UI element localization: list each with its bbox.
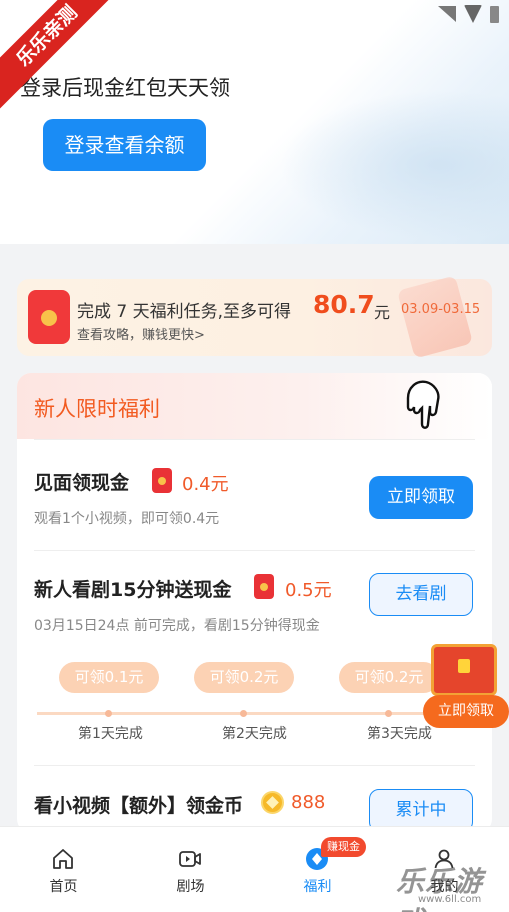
divider [34,439,475,440]
login-check-balance-button[interactable]: 登录查看余额 [43,119,206,171]
gold-coin-icon [261,791,284,814]
progress-pill: 可领0.2元 [194,662,294,693]
task-banner[interactable]: 完成 7 天福利任务,至多可得 80.7 元 03.09-03.15 查看攻略，… [17,275,492,359]
signal-icon [464,5,482,23]
banner-dates: 03.09-03.15 [401,302,481,317]
tab-home[interactable]: 首页 [0,827,127,912]
battery-icon [490,5,499,23]
divider [34,550,475,551]
tab-label: 福利 [303,879,332,895]
tab-theater[interactable]: 剧场 [127,827,254,912]
progress-dot [240,710,247,717]
status-bar [438,5,499,23]
task-reward: 888 [291,792,326,813]
banner-unit: 元 [374,303,391,322]
tab-label: 首页 [49,879,78,895]
newbie-welfare-card: 新人限时福利 见面领现金 0.4元 观看1个小视频，即可领0.4元 立即领取 新… [17,373,492,833]
task-reward: 0.5元 [285,580,332,601]
task-title: 看小视频【额外】领金币 [34,795,244,817]
red-envelope-icon [28,290,70,344]
treasure-chest-icon [431,644,497,696]
earn-cash-badge: 赚现金 [321,837,366,857]
task-title: 新人看剧15分钟送现金 [34,579,232,601]
progress-dot [105,710,112,717]
card-header: 新人限时福利 [17,373,492,439]
divider [34,765,475,766]
progress-step-label: 第1天完成 [78,726,143,742]
red-envelope-icon [152,468,172,493]
card-title: 新人限时福利 [34,397,160,421]
banner-guide-link[interactable]: 查看攻略，赚钱更快> [77,324,205,343]
chest-claim-button[interactable]: 立即领取 [423,695,509,728]
task-title: 见面领现金 [34,472,130,494]
treasure-chest-widget[interactable]: 立即领取 [423,640,509,730]
task-reward: 0.4元 [182,474,229,495]
hero-title: 登录后现金红包天天领 [20,76,230,100]
wifi-icon [438,6,456,22]
video-icon [179,851,201,867]
progress-dot [385,710,392,717]
site-watermark-url: www.6ll.com [418,894,482,905]
progress-track [37,712,472,715]
task-description: 03月15日24点 前可完成，看剧15分钟得现金 [34,618,320,634]
claim-now-button[interactable]: 立即领取 [369,476,473,519]
red-envelope-icon [254,574,274,599]
tab-welfare[interactable]: 赚现金 福利 [254,827,381,912]
task-description: 观看1个小视频，即可领0.4元 [34,511,220,527]
banner-amount: 80.7 [313,290,375,319]
banner-decoration [396,275,474,359]
progress-step-label: 第2天完成 [222,726,287,742]
banner-text: 完成 7 天福利任务,至多可得 [77,302,292,322]
progress-pill: 可领0.1元 [59,662,159,693]
tab-label: 剧场 [176,879,205,895]
pointing-hand-icon [406,380,440,429]
watch-drama-button[interactable]: 去看剧 [369,573,473,616]
home-icon [53,849,73,869]
